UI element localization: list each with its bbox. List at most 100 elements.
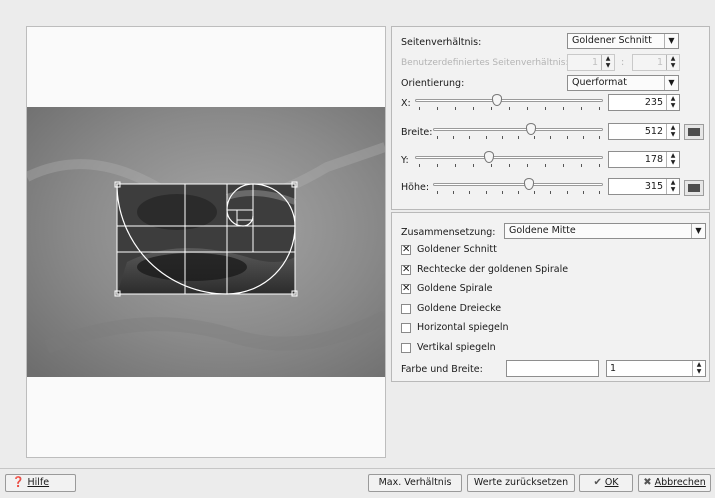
- height-value: 315: [644, 181, 663, 192]
- spin-arrows-icon: ▲ ▼: [666, 55, 679, 70]
- slider-tick: [501, 191, 503, 194]
- chevron-down-icon: ▼: [664, 34, 678, 48]
- aspect-ratio-combo[interactable]: Goldener Schnitt ▼: [567, 33, 679, 49]
- cancel-button[interactable]: ✖ Abbrechen: [638, 474, 711, 492]
- slider-tick: [527, 164, 528, 167]
- slider-tick: [453, 136, 455, 139]
- slider-tick: [550, 136, 552, 139]
- composition-value: Goldene Mitte: [509, 225, 576, 236]
- orientation-label: Orientierung:: [401, 78, 465, 89]
- slider-tick: [501, 136, 503, 139]
- orientation-value: Querformat: [572, 77, 627, 88]
- slider-handle[interactable]: [525, 123, 536, 135]
- width-spinbox[interactable]: 512 ▲ ▼: [608, 123, 680, 140]
- checkbox-label: Rechtecke der goldenen Spirale: [417, 264, 569, 275]
- slider-tick: [599, 136, 600, 139]
- ratio-separator: :: [621, 57, 625, 68]
- slider-tick: [566, 136, 568, 139]
- slider-tick: [473, 164, 474, 167]
- aspect-lock-icon[interactable]: [684, 124, 704, 140]
- y-label: Y:: [401, 155, 409, 166]
- slider-tick: [599, 191, 600, 194]
- checkbox-box[interactable]: ✕: [401, 265, 411, 275]
- spin-arrows-icon: ▲ ▼: [666, 152, 679, 167]
- spin-arrows-icon: ▲ ▼: [666, 179, 679, 194]
- height-slider[interactable]: [433, 178, 603, 194]
- slider-tick: [534, 191, 536, 194]
- x-slider[interactable]: [415, 94, 603, 110]
- x-value: 235: [644, 97, 663, 108]
- spin-arrows-icon: ▲ ▼: [666, 95, 679, 110]
- slider-handle[interactable]: [524, 178, 535, 190]
- help-icon: ❓: [12, 477, 25, 488]
- slider-tick: [581, 164, 582, 167]
- slider-tick: [453, 191, 455, 194]
- slider-handle[interactable]: [484, 151, 495, 163]
- crop-preview-pane: [26, 26, 386, 458]
- slider-tick: [599, 107, 600, 110]
- y-spinbox[interactable]: 178 ▲ ▼: [608, 151, 680, 168]
- slider-tick: [469, 191, 471, 194]
- line-width-spinbox[interactable]: 1 ▲ ▼: [606, 360, 706, 377]
- composition-combo[interactable]: Goldene Mitte ▼: [504, 223, 706, 239]
- slider-tick: [581, 107, 582, 110]
- slider-track: [433, 128, 603, 131]
- slider-track: [415, 99, 603, 102]
- aspect-ratio-label: Seitenverhältnis:: [401, 37, 482, 48]
- slider-track: [415, 156, 603, 159]
- orientation-combo[interactable]: Querformat ▼: [567, 75, 679, 91]
- slider-tick: [563, 107, 564, 110]
- slider-tick: [455, 107, 456, 110]
- slider-tick: [582, 136, 584, 139]
- slider-tick: [527, 107, 528, 110]
- checkbox-box[interactable]: [401, 323, 411, 333]
- slider-handle[interactable]: [491, 94, 502, 106]
- checkbox-box[interactable]: ✕: [401, 284, 411, 294]
- checkbox-label: Vertikal spiegeln: [417, 342, 496, 353]
- portrait-landscape-icon[interactable]: [684, 180, 704, 196]
- chevron-down-icon: ▼: [691, 224, 705, 238]
- slider-tick: [485, 191, 487, 194]
- button-bar-divider: [0, 468, 715, 469]
- custom-ratio-b-spinbox[interactable]: 1 ▲ ▼: [632, 54, 680, 71]
- spin-arrows-icon: ▲ ▼: [601, 55, 614, 70]
- checkbox-label: Goldene Spirale: [417, 283, 493, 294]
- height-spinbox[interactable]: 315 ▲ ▼: [608, 178, 680, 195]
- chevron-down-icon: ▼: [664, 76, 678, 90]
- x-spinbox[interactable]: 235 ▲ ▼: [608, 94, 680, 111]
- slider-tick: [599, 164, 600, 167]
- width-label: Breite:: [401, 127, 433, 138]
- slider-tick: [437, 164, 438, 167]
- checkbox-label: Goldener Schnitt: [417, 244, 497, 255]
- slider-tick: [518, 191, 519, 194]
- custom-ratio-label: Benutzerdefiniertes Seitenverhältnis:: [401, 58, 569, 68]
- line-width-value: 1: [610, 363, 617, 374]
- slider-tick: [419, 107, 420, 110]
- checkbox-label: Horizontal spiegeln: [417, 322, 509, 333]
- slider-tick: [509, 164, 510, 167]
- checkbox-box[interactable]: [401, 304, 411, 314]
- ok-button[interactable]: ✔ OK: [579, 474, 633, 492]
- reset-values-button[interactable]: Werte zurücksetzen: [467, 474, 575, 492]
- slider-tick: [491, 164, 492, 167]
- help-button[interactable]: ❓ Hilfe: [5, 474, 76, 492]
- checkbox-box[interactable]: [401, 343, 411, 353]
- max-ratio-button[interactable]: Max. Verhältnis: [368, 474, 462, 492]
- guide-color-button[interactable]: [506, 360, 599, 377]
- photo-preview: [27, 107, 385, 377]
- slider-tick: [534, 136, 536, 139]
- slider-tick: [437, 191, 438, 194]
- slider-tick: [485, 136, 487, 139]
- slider-tick: [473, 107, 474, 110]
- help-label: Hilfe: [27, 477, 50, 488]
- slider-tick: [563, 164, 564, 167]
- slider-tick: [419, 164, 420, 167]
- width-slider[interactable]: [433, 123, 603, 139]
- reset-values-label: Werte zurücksetzen: [473, 477, 569, 488]
- custom-ratio-a-spinbox[interactable]: 1 ▲ ▼: [567, 54, 615, 71]
- y-slider[interactable]: [415, 151, 603, 167]
- ok-label: OK: [604, 477, 619, 488]
- composition-guide-panel: Zusammensetzung: Goldene Mitte ▼ ✕ Golde…: [391, 212, 710, 382]
- checkbox-box[interactable]: ✕: [401, 245, 411, 255]
- checkbox-label: Goldene Dreiecke: [417, 303, 502, 314]
